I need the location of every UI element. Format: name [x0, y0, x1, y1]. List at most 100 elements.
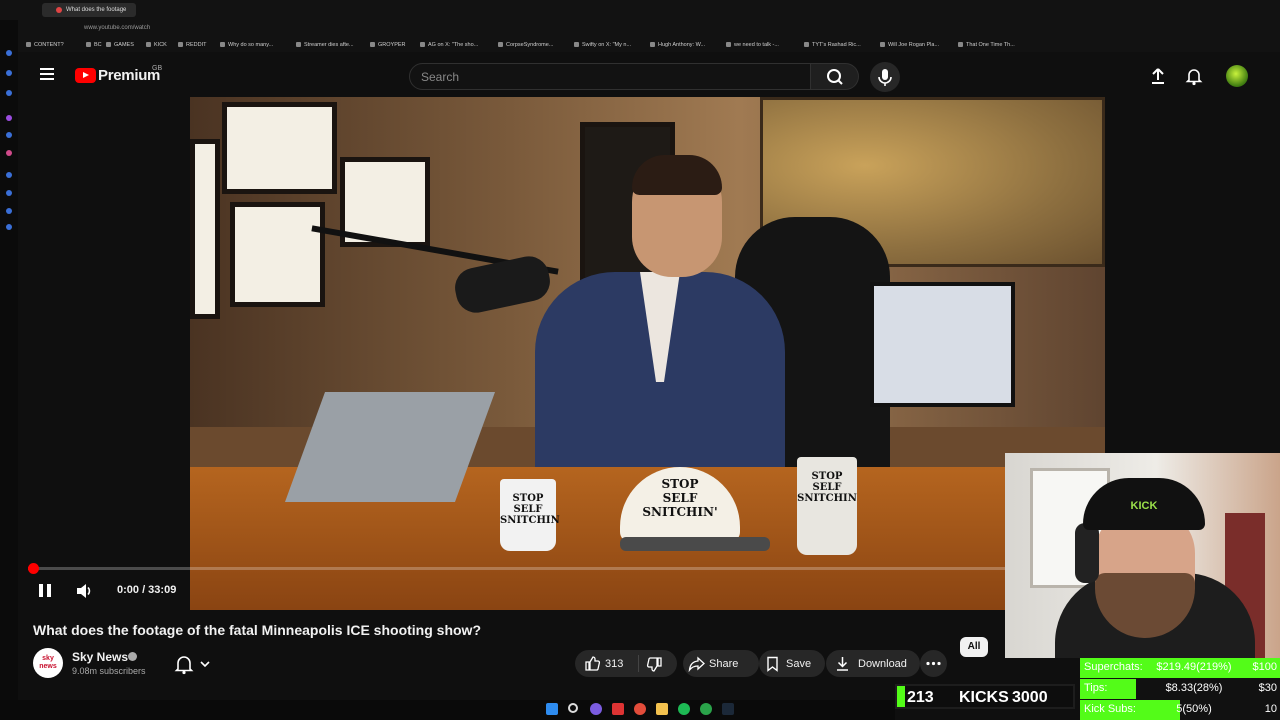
- progress-bar[interactable]: [27, 563, 1006, 574]
- goal-value: 5(50%): [1176, 703, 1212, 715]
- kicks-goal: 3000: [1012, 689, 1048, 706]
- pause-button[interactable]: [37, 582, 53, 600]
- video-frame-diploma: [230, 202, 325, 307]
- goal-name: Tips:: [1084, 682, 1108, 694]
- video-frame-mug-right: STOP SELF SNITCHIN: [797, 457, 857, 555]
- bookmark-item[interactable]: CorpseSyndrome...: [498, 42, 553, 48]
- progress-scrubber-handle[interactable]: [27, 563, 39, 574]
- save-button[interactable]: Save: [759, 650, 825, 677]
- like-count[interactable]: 313: [605, 658, 623, 670]
- youtube-favicon-icon: [56, 7, 62, 13]
- mute-button[interactable]: [74, 581, 94, 601]
- subscribed-notifications-button[interactable]: [165, 648, 227, 680]
- sidebar-app-icon[interactable]: [6, 172, 12, 178]
- taskbar-steam-icon[interactable]: [722, 703, 734, 715]
- taskbar-folder-icon[interactable]: [656, 703, 668, 715]
- goal-target: $30: [1258, 682, 1277, 694]
- hamburger-menu-icon[interactable]: [40, 68, 54, 80]
- share-label: Share: [709, 658, 739, 670]
- download-icon: [837, 657, 848, 671]
- video-frame-diploma: [190, 139, 220, 319]
- download-label: Download: [858, 658, 907, 670]
- video-frame-diploma: [222, 102, 337, 194]
- goal-name: Kick Subs:: [1084, 703, 1136, 715]
- bookmark-item[interactable]: Swifty on X: "My n...: [574, 42, 631, 48]
- taskbar-browser-icon[interactable]: [612, 703, 624, 715]
- thumbs-up-icon[interactable]: [584, 655, 601, 672]
- goal-name: Superchats:: [1084, 661, 1143, 673]
- search-input[interactable]: Search: [409, 63, 811, 90]
- save-label: Save: [786, 658, 812, 670]
- taskbar-app-icon[interactable]: [634, 703, 646, 715]
- channel-name[interactable]: Sky News: [72, 650, 128, 664]
- video-player[interactable]: STOP SELF SNITCHIN STOP SELF SNITCHIN ST…: [190, 97, 1105, 610]
- sidebar-app-icon[interactable]: [6, 224, 12, 230]
- create-button[interactable]: [1148, 66, 1168, 86]
- voice-search-button[interactable]: [870, 62, 900, 92]
- bookmark-item[interactable]: BC: [86, 42, 102, 48]
- filter-chip-all[interactable]: All: [960, 637, 988, 657]
- download-button[interactable]: Download: [826, 650, 920, 677]
- youtube-logo-icon[interactable]: [75, 68, 96, 83]
- bookmark-icon: [767, 656, 778, 672]
- browser-tab-active[interactable]: What does the footage: [42, 3, 136, 17]
- sidebar-app-icon[interactable]: [6, 132, 12, 138]
- bookmark-item[interactable]: TYT's Rashad Ric...: [804, 42, 861, 48]
- search-icon: [827, 69, 843, 85]
- bell-icon: [174, 656, 194, 675]
- bookmark-item[interactable]: CONTENT?: [26, 42, 64, 48]
- bookmark-item[interactable]: That One Time Th...: [958, 42, 1015, 48]
- verified-badge-icon: [128, 652, 137, 661]
- bookmark-item[interactable]: Hugh Anthony: W...: [650, 42, 705, 48]
- browser-address-bar[interactable]: www.youtube.com/watch: [0, 20, 1280, 38]
- video-frame-revolver: [620, 537, 770, 551]
- like-dislike-group: 313: [575, 650, 677, 677]
- video-title: What does the footage of the fatal Minne…: [33, 622, 481, 638]
- browser-url[interactable]: www.youtube.com/watch: [84, 25, 150, 31]
- sidebar-app-icon[interactable]: [6, 115, 12, 121]
- bookmark-item[interactable]: Why do so many...: [220, 42, 273, 48]
- goal-value: $219.49(219%): [1156, 661, 1232, 673]
- donation-goals-panel: Superchats: $219.49(219%) $100 Tips: $8.…: [1080, 658, 1280, 720]
- more-actions-button[interactable]: [920, 650, 947, 677]
- sidebar-app-icon[interactable]: [6, 50, 12, 56]
- windows-start-icon[interactable]: [546, 703, 558, 715]
- kicks-label: KICKS: [959, 689, 1009, 706]
- search-button[interactable]: [811, 63, 859, 90]
- account-avatar[interactable]: [1226, 65, 1248, 87]
- kicks-count: 213: [907, 689, 934, 706]
- sidebar-app-icon[interactable]: [6, 150, 12, 156]
- like-divider: [638, 655, 639, 672]
- share-button[interactable]: Share: [683, 650, 759, 677]
- video-frame-person-hair: [632, 155, 722, 195]
- browser-tab-title: What does the footage: [66, 7, 127, 13]
- notifications-button[interactable]: [1184, 66, 1204, 86]
- taskbar-xbox-icon[interactable]: [700, 703, 712, 715]
- country-code: GB: [152, 65, 163, 72]
- channel-avatar[interactable]: sky news: [33, 648, 63, 678]
- bookmark-item[interactable]: AG on X: "The sho...: [420, 42, 478, 48]
- bookmark-item[interactable]: we need to talk -...: [726, 42, 779, 48]
- bookmarks-bar: CONTENT? BC GAMES KICK REDDIT Why do so …: [18, 38, 1280, 52]
- thumbs-down-icon[interactable]: [646, 656, 663, 673]
- taskbar-app-icon[interactable]: [590, 703, 602, 715]
- youtube-premium-wordmark[interactable]: Premium: [98, 67, 160, 84]
- taskbar-search-icon[interactable]: [568, 703, 578, 713]
- bookmark-item[interactable]: KICK: [146, 42, 167, 48]
- kicks-progress-bar: [897, 686, 905, 707]
- bookmark-item[interactable]: GAMES: [106, 42, 134, 48]
- bookmark-item[interactable]: Will Joe Rogan Pla...: [880, 42, 939, 48]
- goal-value: $8.33(28%): [1165, 682, 1223, 694]
- more-horizontal-icon: [926, 661, 941, 666]
- sidebar-app-icon[interactable]: [6, 70, 12, 76]
- bookmark-item[interactable]: GROYPER: [370, 42, 406, 48]
- video-frame-monitor: [870, 282, 1015, 407]
- bookmark-item[interactable]: Streamer dies afte...: [296, 42, 354, 48]
- share-icon: [688, 656, 705, 672]
- bookmark-item[interactable]: REDDIT: [178, 42, 206, 48]
- sidebar-app-icon[interactable]: [6, 90, 12, 96]
- taskbar-spotify-icon[interactable]: [678, 703, 690, 715]
- webcam-headset: [1075, 523, 1099, 583]
- sidebar-app-icon[interactable]: [6, 190, 12, 196]
- sidebar-app-icon[interactable]: [6, 208, 12, 214]
